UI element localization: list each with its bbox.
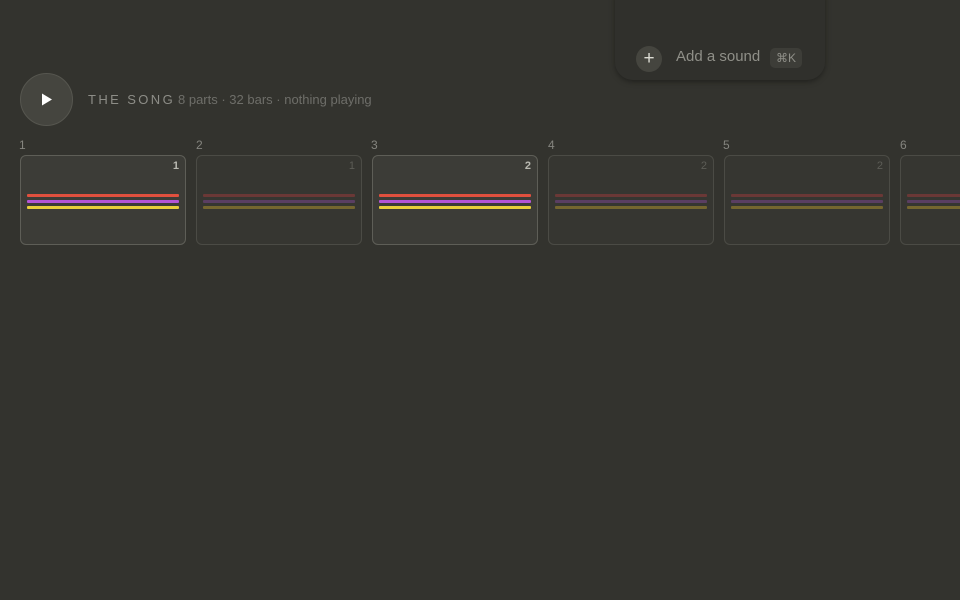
track-bar-yellow: [907, 206, 960, 209]
part-card[interactable]: 1: [196, 155, 362, 245]
part-card[interactable]: [900, 155, 960, 245]
track-bar-red: [555, 194, 707, 197]
song-title: THE SONG: [88, 92, 176, 107]
part-number: 2: [196, 138, 203, 152]
track-bar-purple: [27, 200, 179, 203]
song-view: + Add a sound ⌘K THE SONG 8 parts · 32 b…: [0, 0, 960, 600]
play-button[interactable]: [20, 73, 73, 126]
part-card[interactable]: 1: [20, 155, 186, 245]
add-sound-label[interactable]: Add a sound: [676, 48, 760, 65]
part-badge: 1: [172, 160, 179, 172]
track-bar-purple: [203, 200, 355, 203]
track-bar-red: [27, 194, 179, 197]
track-bar-red: [379, 194, 531, 197]
track-bar-red: [203, 194, 355, 197]
track-bar-yellow: [731, 206, 883, 209]
part-card[interactable]: 2: [372, 155, 538, 245]
part-number: 4: [548, 138, 555, 152]
shortcut-badge: ⌘K: [770, 48, 803, 68]
part-badge: 1: [348, 160, 355, 172]
part-badge: 2: [524, 160, 531, 172]
track-bar-red: [907, 194, 960, 197]
parts-lane: 1 2 3 4 5 6 1 1 2 2 2: [0, 138, 960, 258]
part-card[interactable]: 2: [724, 155, 890, 245]
add-sound-pill[interactable]: + Add a sound ⌘K: [615, 0, 825, 80]
part-badge: 2: [700, 160, 707, 172]
track-bar-purple: [731, 200, 883, 203]
track-bar-yellow: [27, 206, 179, 209]
track-bar-yellow: [379, 206, 531, 209]
track-bar-purple: [555, 200, 707, 203]
track-bar-yellow: [203, 206, 355, 209]
track-bar-purple: [907, 200, 960, 203]
track-bar-yellow: [555, 206, 707, 209]
part-card[interactable]: 2: [548, 155, 714, 245]
part-number: 6: [900, 138, 907, 152]
plus-icon[interactable]: +: [636, 46, 662, 72]
track-bar-purple: [379, 200, 531, 203]
track-bar-red: [731, 194, 883, 197]
part-number: 5: [723, 138, 730, 152]
song-meta: 8 parts · 32 bars · nothing playing: [178, 92, 372, 107]
play-icon: [42, 93, 52, 106]
part-badge: 2: [876, 160, 883, 172]
part-number: 3: [371, 138, 378, 152]
part-number: 1: [19, 138, 26, 152]
